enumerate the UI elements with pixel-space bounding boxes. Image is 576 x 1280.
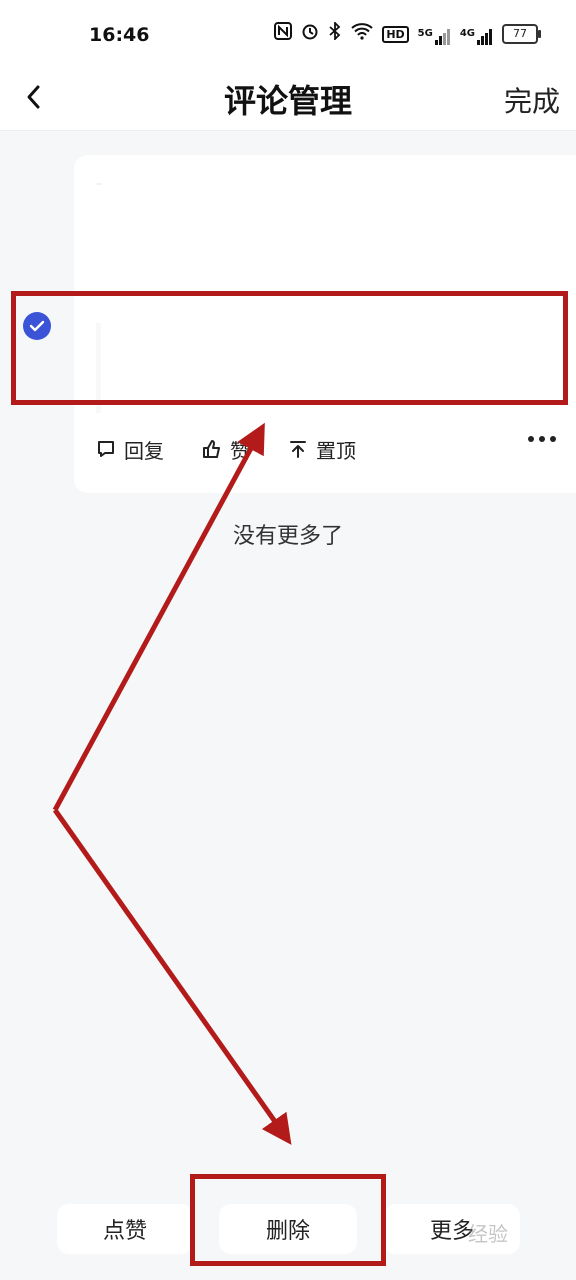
arrow-down xyxy=(52,808,292,1145)
arrow-up xyxy=(52,422,265,812)
annotation-arrows xyxy=(52,422,292,1145)
